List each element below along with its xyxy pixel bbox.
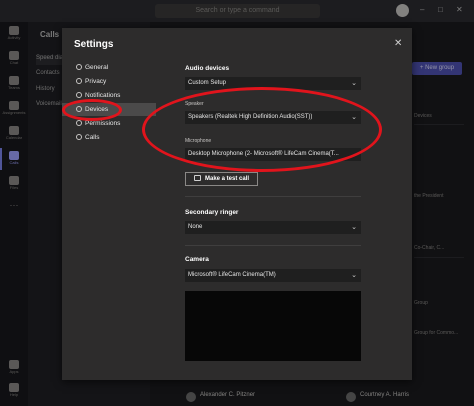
camera-preview	[185, 291, 361, 361]
nav-item-privacy[interactable]: Privacy	[62, 75, 156, 88]
close-icon[interactable]: ✕	[394, 38, 402, 49]
divider	[185, 245, 361, 246]
chevron-down-icon: ⌄	[351, 272, 357, 279]
camera-heading: Camera	[185, 256, 209, 263]
settings-dialog: Settings ✕ General Privacy Notifications…	[62, 28, 412, 380]
annotation-ellipse-audio	[142, 87, 382, 172]
annotation-ellipse-devices	[62, 99, 122, 121]
bell-icon	[76, 92, 82, 98]
shield-icon	[76, 120, 82, 126]
chevron-down-icon: ⌄	[351, 80, 357, 87]
camera-select[interactable]: Microsoft® LifeCam Cinema(TM) ⌄	[185, 269, 361, 282]
divider	[185, 196, 361, 197]
secondary-ringer-select[interactable]: None ⌄	[185, 221, 361, 234]
test-call-icon	[194, 175, 201, 181]
make-test-call-button[interactable]: Make a test call	[185, 172, 258, 186]
dialog-title: Settings	[74, 39, 114, 50]
phone-icon	[76, 134, 82, 140]
gear-icon	[76, 64, 82, 70]
nav-item-general[interactable]: General	[62, 61, 156, 74]
lock-icon	[76, 78, 82, 84]
chevron-down-icon: ⌄	[351, 224, 357, 231]
audio-devices-heading: Audio devices	[185, 65, 230, 72]
secondary-ringer-heading: Secondary ringer	[185, 209, 239, 216]
